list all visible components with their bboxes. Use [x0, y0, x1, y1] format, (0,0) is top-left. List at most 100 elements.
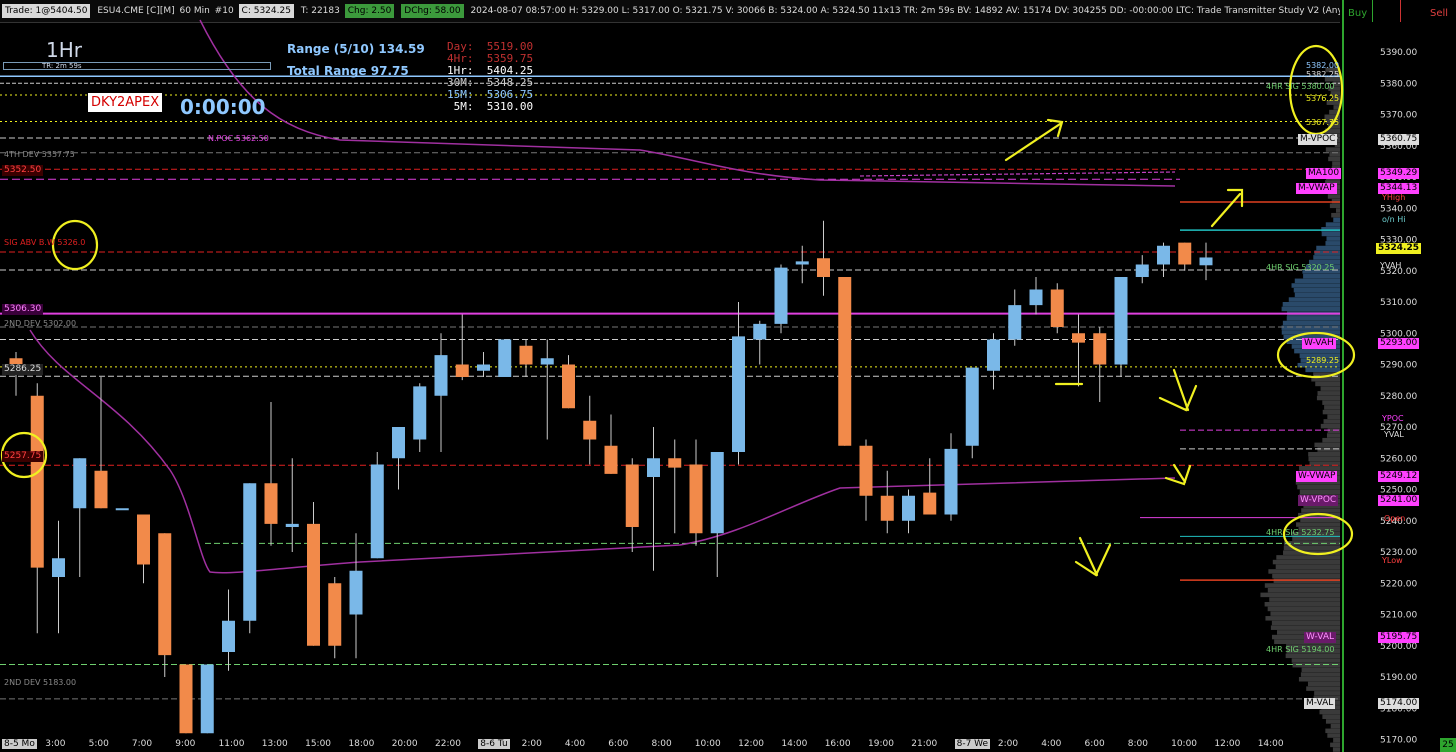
- volume-profile-bar: [1324, 419, 1340, 424]
- volume-profile-bar: [1326, 147, 1340, 152]
- mvpoc-price-tag: 5360.75: [1378, 134, 1419, 145]
- volume-profile-bar: [1322, 400, 1340, 405]
- volume-profile-bar: [1282, 325, 1340, 330]
- volume-profile-bar: [1269, 597, 1340, 602]
- level-5352-tag: 5352.50: [2, 165, 43, 176]
- volume-profile-bar: [1327, 733, 1340, 738]
- candle-body: [753, 324, 766, 340]
- volume-profile-bar: [1331, 213, 1340, 218]
- time-tick-label: 10:00: [1171, 739, 1197, 749]
- volume-profile-bar: [1322, 715, 1340, 720]
- mvpoc-tag: M-VPOC: [1298, 134, 1337, 145]
- timeframe-label: 1Hr: [46, 38, 82, 62]
- volume-profile-bar: [1316, 246, 1340, 251]
- sig-5194-label: 4HR SIG 5194.00: [1266, 645, 1334, 654]
- candle-body: [966, 368, 979, 446]
- volume-profile-bar: [1289, 297, 1340, 302]
- candle-body: [137, 515, 150, 565]
- time-tick-label: 11:00: [219, 739, 245, 749]
- dev2b-label: 2ND DEV 5183.00: [4, 678, 76, 687]
- volume-profile-bar: [1323, 410, 1340, 415]
- time-tick-label: 8-6 Tu: [478, 739, 509, 749]
- volume-profile-bar: [1260, 593, 1340, 598]
- candle-body: [1051, 290, 1064, 328]
- sig-5320-label: 4HR SIG 5320.25: [1266, 263, 1334, 272]
- volume-profile-bar: [1333, 747, 1340, 752]
- candle-body: [201, 665, 214, 734]
- candle-body: [222, 621, 235, 652]
- hand-annotations: [2, 46, 1354, 575]
- volume-profile-bar: [1272, 574, 1340, 579]
- candle-body: [987, 340, 1000, 371]
- volume-profile-bar: [1313, 255, 1340, 260]
- up-arrow-annotation: [1006, 120, 1062, 160]
- dev2-label: 2ND DEV 5302.00: [4, 319, 76, 328]
- volume-profile-bar: [1308, 452, 1340, 457]
- candle-body: [1178, 243, 1191, 265]
- time-tick-label: 14:00: [1258, 739, 1284, 749]
- volume-profile-bar: [1318, 391, 1340, 396]
- volume-profile-bar: [1268, 569, 1340, 574]
- candle-body: [817, 258, 830, 277]
- candle-body: [711, 452, 724, 533]
- candle-body: [95, 471, 108, 509]
- open-label: Open: [1384, 514, 1405, 523]
- volume-profile-bar: [1292, 536, 1340, 541]
- candle-body: [307, 524, 320, 646]
- volume-profile-bar: [1268, 607, 1340, 612]
- volume-profile-bar: [1328, 157, 1340, 162]
- price-tick-label: 5310.00: [1380, 298, 1417, 308]
- volume-profile-bar: [1306, 686, 1340, 691]
- volume-profile-bar: [1265, 602, 1340, 607]
- countdown-timer: 0:00:00: [180, 95, 266, 119]
- candle-body: [605, 446, 618, 474]
- price-tick-label: 5380.00: [1380, 79, 1417, 89]
- volume-profile-bar: [1332, 161, 1340, 166]
- level-5382b-label: 5382.25: [1306, 70, 1339, 79]
- level-5376-label: 5376.25: [1306, 94, 1339, 103]
- sig-5232-label: 4HR SIG 5232.75: [1266, 528, 1334, 537]
- candle-body: [435, 355, 448, 396]
- time-tick-label: 16:00: [825, 739, 851, 749]
- volume-profile-bar: [1319, 710, 1340, 715]
- candle-body: [775, 268, 788, 324]
- range-label: Range (5/10) 134.59: [287, 42, 425, 56]
- wvah-tag: W-VAH: [1302, 338, 1336, 349]
- candle-body: [371, 465, 384, 559]
- down-arrow-annotation: [1166, 465, 1190, 484]
- volume-profile-bar: [1276, 565, 1340, 570]
- candle-body: [1008, 305, 1021, 339]
- time-tick-label: 21:00: [911, 739, 937, 749]
- volume-profile-bar: [1325, 241, 1340, 246]
- price-tick-label: 5260.00: [1380, 454, 1417, 464]
- sig-5380-label: 4HR SIG 5380.00: [1266, 82, 1334, 91]
- volume-profile-bar: [1321, 386, 1340, 391]
- sig-abv-label: SIG ABV B.W 5326.0: [4, 238, 85, 247]
- volume-profile-bar: [1295, 279, 1340, 284]
- level-5367-label: 5367.75: [1306, 118, 1339, 127]
- volume-profile-bar: [1271, 625, 1340, 630]
- account-badge[interactable]: DKY2APEX: [88, 93, 162, 112]
- volume-profile-bar: [1299, 466, 1340, 471]
- level-5306-tag: 5306.30: [2, 304, 43, 315]
- price-levels: [0, 76, 1340, 699]
- ma100-curve: [860, 172, 1175, 176]
- candle-body: [116, 508, 129, 510]
- volume-profile-bar: [1282, 307, 1340, 312]
- ypoc-label: YPOC: [1382, 414, 1404, 423]
- price-tick-label: 5250.00: [1380, 486, 1417, 496]
- volume-profile-bar: [1325, 729, 1340, 734]
- candle-body: [923, 493, 936, 515]
- candle-body: [31, 396, 44, 568]
- volume-profile-bar: [1268, 588, 1340, 593]
- volume-profile-bar: [1314, 443, 1340, 448]
- candle-body: [626, 465, 639, 528]
- volume-profile-bar: [1322, 232, 1340, 237]
- npoc-label: N.POC 5362.50: [208, 134, 269, 143]
- candle-body: [838, 277, 851, 446]
- volume-profile-bar: [1308, 457, 1340, 462]
- volume-profile-bar: [1305, 368, 1340, 373]
- ma100-tag: MA100: [1306, 168, 1341, 179]
- time-tick-label: 9:00: [175, 739, 195, 749]
- time-tick-label: 14:00: [781, 739, 807, 749]
